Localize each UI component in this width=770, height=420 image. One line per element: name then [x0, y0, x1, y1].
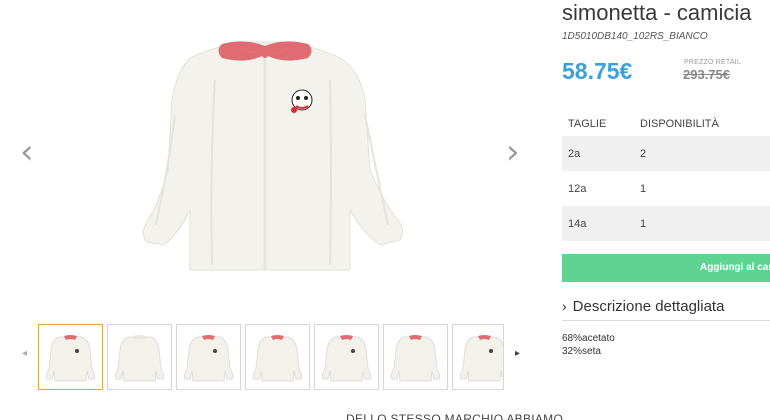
- retail-price: 293.75€: [683, 67, 730, 82]
- shirt-image: [142, 41, 404, 271]
- size-row[interactable]: 2a 2: [562, 136, 770, 171]
- same-brand-heading: DELLO STESSO MARCHIO ABBIAMO: [346, 412, 564, 420]
- thumbnail-3[interactable]: [176, 324, 241, 390]
- chevron-right-icon: ›: [562, 298, 567, 314]
- add-to-cart-button[interactable]: Aggiungi al carrello: [562, 254, 770, 282]
- availability-value: 2: [640, 148, 647, 160]
- product-page: ‹ › ◂ ▸ simonetta - camicia 1D5010DB140_…: [0, 0, 770, 420]
- thumbnail-next-arrow[interactable]: ▸: [515, 348, 520, 359]
- sizes-table: TAGLIE DISPONIBILITÀ 2a 2 12a 1 14a 1: [562, 112, 770, 241]
- product-title: simonetta - camicia: [562, 0, 752, 25]
- thumbnail-4[interactable]: [245, 324, 310, 390]
- thumbnail-1[interactable]: [38, 324, 103, 390]
- composition-line: 32%seta: [562, 346, 601, 357]
- thumbnail-7[interactable]: [452, 324, 504, 390]
- thumbnail-strip: ◂ ▸: [22, 324, 532, 392]
- gallery-prev-arrow[interactable]: ‹: [20, 135, 34, 169]
- gallery-next-arrow[interactable]: ›: [506, 135, 520, 169]
- size-value: 12a: [568, 183, 587, 195]
- product-main-image: [40, 20, 500, 310]
- size-value: 14a: [568, 218, 587, 230]
- size-value: 2a: [568, 148, 581, 160]
- product-sku: 1D5010DB140_102RS_BIANCO: [562, 31, 708, 42]
- availability-value: 1: [640, 218, 647, 230]
- retail-price-label: PREZZO RETAIL: [684, 59, 741, 66]
- description-heading: Descrizione dettagliata: [572, 298, 725, 315]
- availability-value: 1: [640, 183, 647, 195]
- thumbnail-2[interactable]: [107, 324, 172, 390]
- thumbnail-6[interactable]: [383, 324, 448, 390]
- size-row[interactable]: 14a 1: [562, 206, 770, 241]
- size-column-header: TAGLIE: [568, 118, 607, 130]
- size-row[interactable]: 12a 1: [562, 171, 770, 206]
- composition-line: 68%acetato: [562, 333, 615, 344]
- sizes-table-header: TAGLIE DISPONIBILITÀ: [562, 112, 770, 136]
- description-toggle[interactable]: › Descrizione dettagliata: [562, 298, 724, 315]
- thumbnail-prev-arrow[interactable]: ◂: [22, 348, 27, 359]
- thumbnail-5[interactable]: [314, 324, 379, 390]
- divider: [562, 320, 770, 321]
- product-price: 58.75€: [562, 58, 633, 84]
- availability-column-header: DISPONIBILITÀ: [640, 118, 719, 130]
- add-to-cart-label: Aggiungi al carrello: [700, 262, 770, 273]
